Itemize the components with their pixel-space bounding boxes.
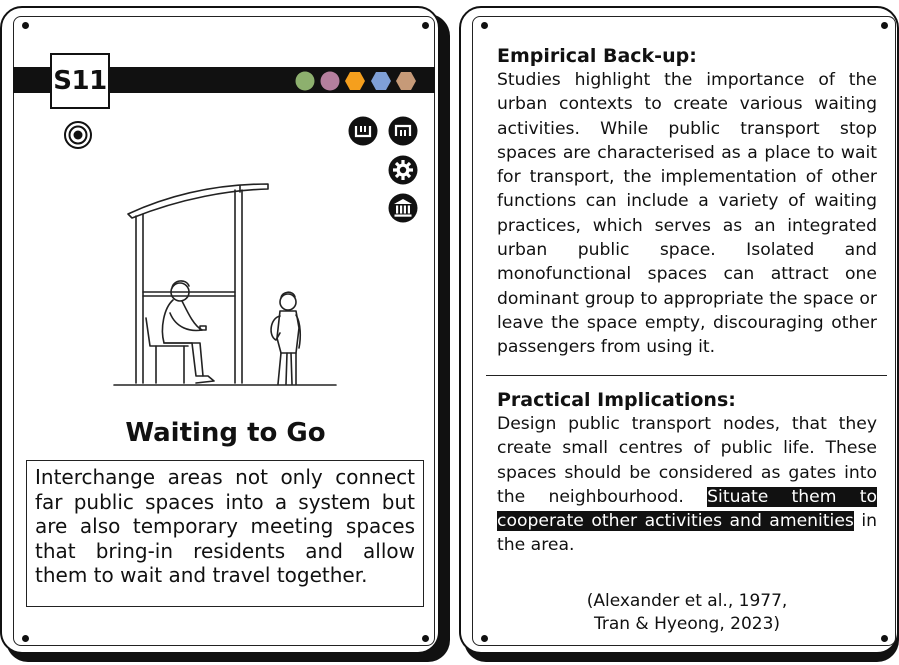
corner-dot	[22, 22, 29, 29]
corner-dot	[422, 635, 429, 642]
corner-dot	[881, 22, 888, 29]
corner-dot	[422, 22, 429, 29]
section-divider	[486, 375, 887, 376]
practical-heading: Practical Implications:	[497, 389, 736, 411]
practical-section: Practical Implications: Design public tr…	[497, 388, 878, 558]
practical-text: Design public transport nodes, that they…	[497, 412, 878, 558]
target-icon	[64, 121, 92, 149]
stop-out-icon	[388, 116, 418, 146]
orange-hexagon-chip	[345, 72, 365, 90]
corner-dot	[481, 22, 488, 29]
empirical-heading: Empirical Back-up:	[497, 45, 697, 67]
gear-icon	[388, 155, 418, 185]
corner-dot	[881, 635, 888, 642]
citation: (Alexander et al., 1977, Tran & Hyeong, …	[497, 590, 877, 636]
card-code: S11	[50, 53, 110, 109]
card-description: Interchange areas not only connect far p…	[26, 460, 424, 607]
corner-dot	[22, 635, 29, 642]
institution-icon	[388, 193, 418, 223]
green-circle-chip	[295, 71, 315, 91]
mauve-circle-chip	[320, 71, 340, 91]
bus-stop-illustration	[113, 183, 337, 386]
card-title: Waiting to Go	[125, 418, 326, 448]
corner-dot	[481, 635, 488, 642]
stop-in-icon	[348, 116, 378, 146]
blue-hexagon-chip	[371, 72, 391, 90]
empirical-text: Studies highlight the importance of the …	[497, 70, 877, 358]
citation-line-1: (Alexander et al., 1977,	[586, 591, 788, 611]
tan-hexagon-chip	[396, 72, 416, 90]
empirical-section: Empirical Back-up: Studies highlight the…	[497, 44, 877, 360]
citation-line-2: Tran & Hyeong, 2023)	[593, 614, 781, 634]
